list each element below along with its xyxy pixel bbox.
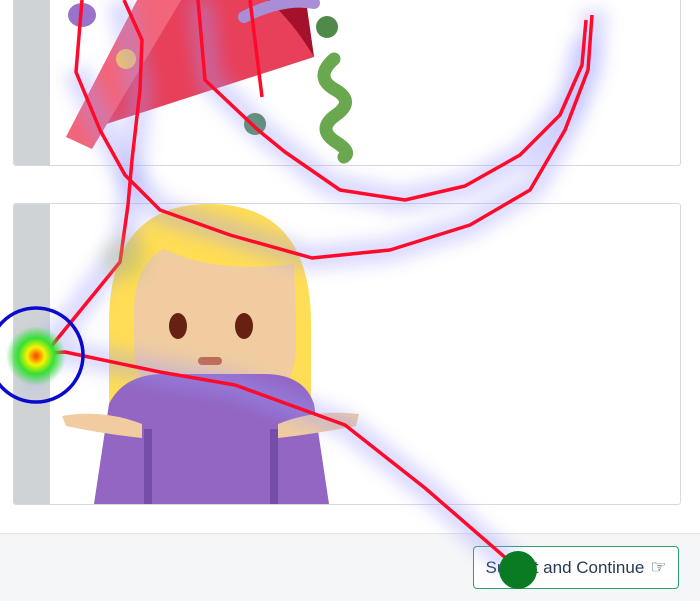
choice-card-party-popper[interactable]: [13, 0, 681, 166]
hand-pointing-right-icon: ☞: [650, 557, 667, 577]
submit-button-label: Submit and Continue: [485, 557, 645, 577]
person-shrugging-icon: [62, 204, 359, 504]
choice-card-person-shrugging[interactable]: [13, 203, 681, 505]
submit-and-continue-button[interactable]: Submit and Continue ☞: [473, 546, 679, 589]
party-popper-icon: [66, 0, 354, 164]
